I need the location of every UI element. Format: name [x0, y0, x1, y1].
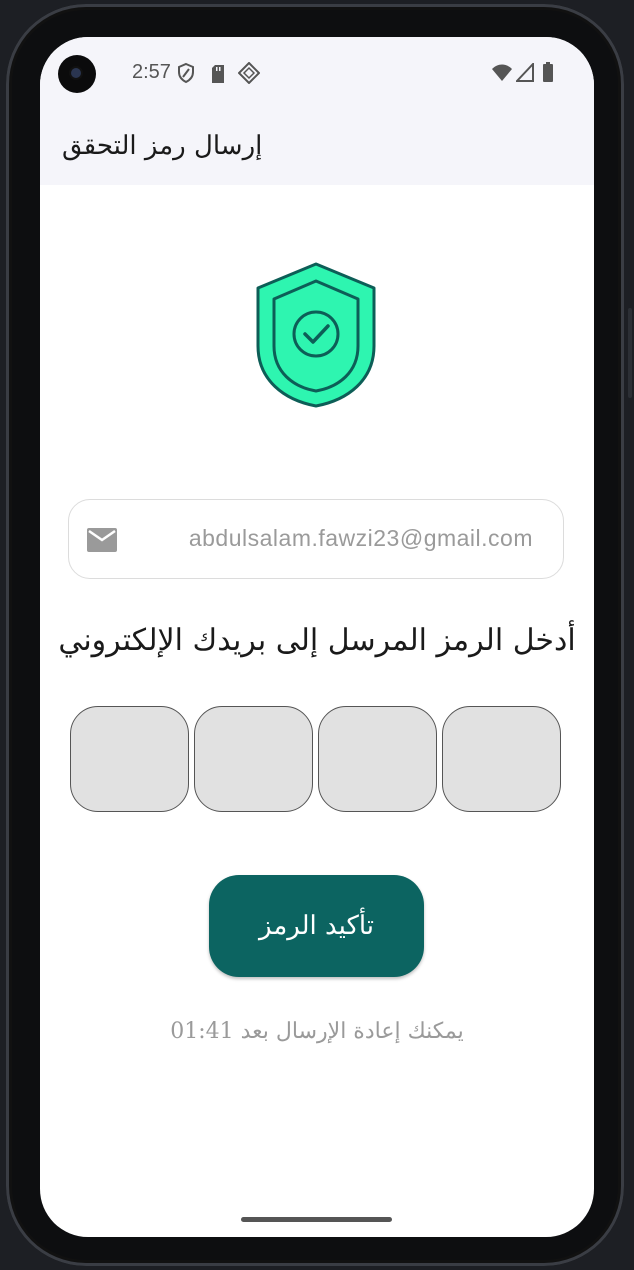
- side-button: [628, 308, 632, 398]
- home-indicator[interactable]: [241, 1217, 392, 1222]
- sd-card-icon: [210, 64, 226, 88]
- shield-check-icon: [254, 262, 378, 412]
- app-bar: إرسال رمز التحقق: [40, 109, 594, 185]
- status-time: 2:57: [132, 61, 171, 83]
- otp-digit-input[interactable]: [70, 706, 189, 812]
- screen: 2:57 إرسال رمز التحقق abdulsalam.fawzi23…: [40, 37, 594, 1237]
- app-bar-title: إرسال رمز التحقق: [62, 131, 263, 161]
- otp-input-row: [70, 706, 564, 814]
- confirm-code-button[interactable]: تأكيد الرمز: [209, 875, 424, 977]
- email-field[interactable]: abdulsalam.fawzi23@gmail.com: [68, 499, 564, 579]
- otp-digit-input[interactable]: [318, 706, 437, 812]
- wifi-icon: [491, 64, 513, 86]
- front-camera: [58, 55, 96, 93]
- status-bar: 2:57: [40, 37, 594, 109]
- shield-status-icon: [177, 62, 195, 88]
- otp-digit-input[interactable]: [194, 706, 313, 812]
- location-diamond-icon: [237, 61, 261, 88]
- otp-digit-input[interactable]: [442, 706, 561, 812]
- battery-icon: [542, 62, 554, 86]
- instruction-text: أدخل الرمز المرسل إلى بريدك الإلكتروني: [58, 623, 576, 658]
- resend-countdown-text: يمكنك إعادة الإرسال بعد 01:41: [170, 1019, 464, 1044]
- mail-icon: [87, 528, 117, 556]
- cellular-signal-icon: [514, 61, 534, 86]
- email-value: abdulsalam.fawzi23@gmail.com: [188, 525, 533, 551]
